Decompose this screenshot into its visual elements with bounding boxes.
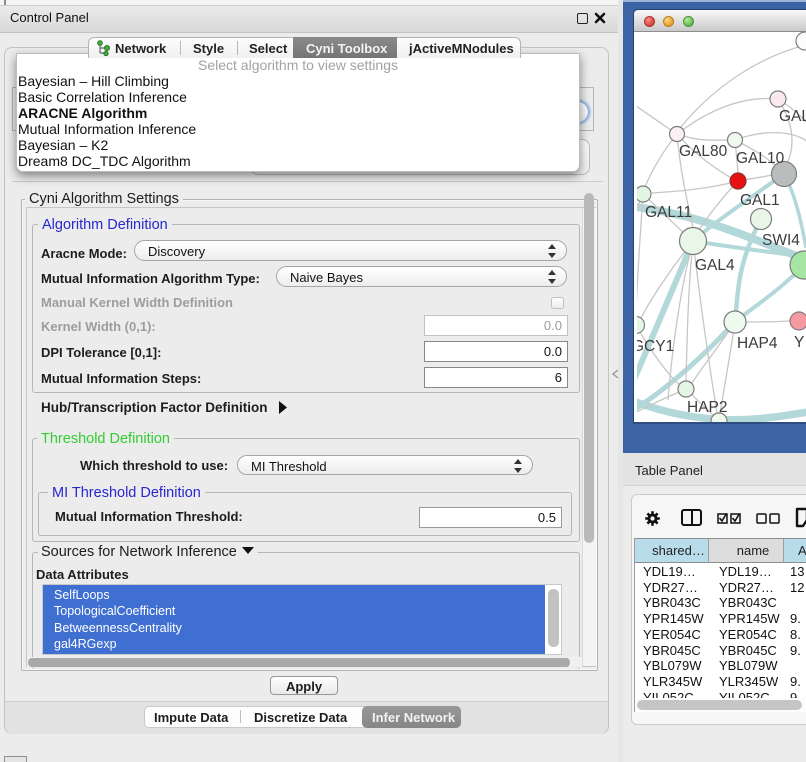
svg-text:HAP4: HAP4 — [737, 335, 778, 352]
svg-text:Y: Y — [794, 334, 804, 351]
svg-text:GAL1: GAL1 — [740, 192, 780, 209]
svg-text:GCY1: GCY1 — [637, 338, 674, 355]
svg-text:GAL11: GAL11 — [645, 204, 692, 221]
svg-text:GAL80: GAL80 — [679, 143, 728, 160]
svg-text:GAL2: GAL2 — [779, 108, 806, 125]
svg-text:SWI4: SWI4 — [762, 232, 800, 249]
svg-text:HAP2: HAP2 — [687, 399, 728, 416]
svg-text:GAL4: GAL4 — [695, 257, 735, 274]
svg-text:GAL10: GAL10 — [736, 150, 785, 167]
